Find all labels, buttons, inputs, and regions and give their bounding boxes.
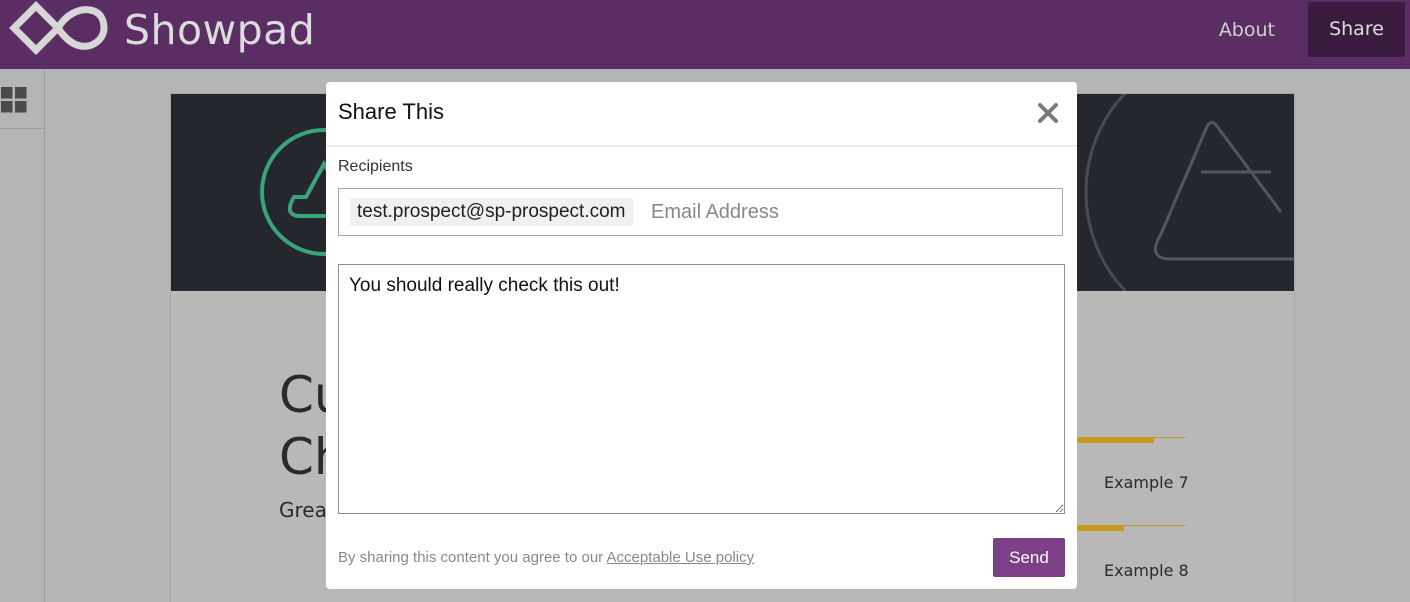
- page: Showpad About Share Cu Ch Grea Example 7…: [0, 0, 1410, 602]
- example-7-label: Example 7: [1104, 473, 1189, 492]
- modal-header: Share This: [326, 82, 1077, 146]
- modal-title: Share This: [338, 99, 444, 124]
- example-8-label: Example 8: [1104, 561, 1189, 580]
- close-icon[interactable]: [1034, 99, 1062, 127]
- recipients-label: Recipients: [338, 158, 413, 175]
- recipient-chip[interactable]: test.prospect@sp-prospect.com: [350, 198, 633, 226]
- message-textarea[interactable]: You should really check this out!: [338, 264, 1065, 514]
- grid-view-icon[interactable]: [1, 87, 27, 113]
- nav-about-link[interactable]: About: [1219, 8, 1275, 52]
- document-subheading: Grea: [279, 498, 327, 522]
- top-bar: Showpad About Share: [0, 0, 1410, 69]
- example-7-bar-fill: [1076, 437, 1154, 443]
- sharing-agreement-prefix: By sharing this content you agree to our: [338, 549, 607, 566]
- rail-divider: [0, 128, 44, 129]
- sharing-agreement-text: By sharing this content you agree to our…: [338, 549, 754, 566]
- nav-share-button[interactable]: Share: [1308, 2, 1405, 57]
- recipients-field[interactable]: test.prospect@sp-prospect.com: [338, 188, 1063, 236]
- send-button[interactable]: Send: [993, 538, 1065, 577]
- example-8-bar-fill: [1076, 525, 1124, 531]
- left-rail: [0, 69, 45, 602]
- showpad-logo-icon: [9, 1, 108, 55]
- email-address-input[interactable]: [651, 197, 1051, 227]
- acceptable-use-policy-link[interactable]: Acceptable Use policy: [607, 549, 755, 566]
- brand-name: Showpad: [124, 6, 316, 54]
- share-modal: Share This Recipients test.prospect@sp-p…: [326, 82, 1077, 589]
